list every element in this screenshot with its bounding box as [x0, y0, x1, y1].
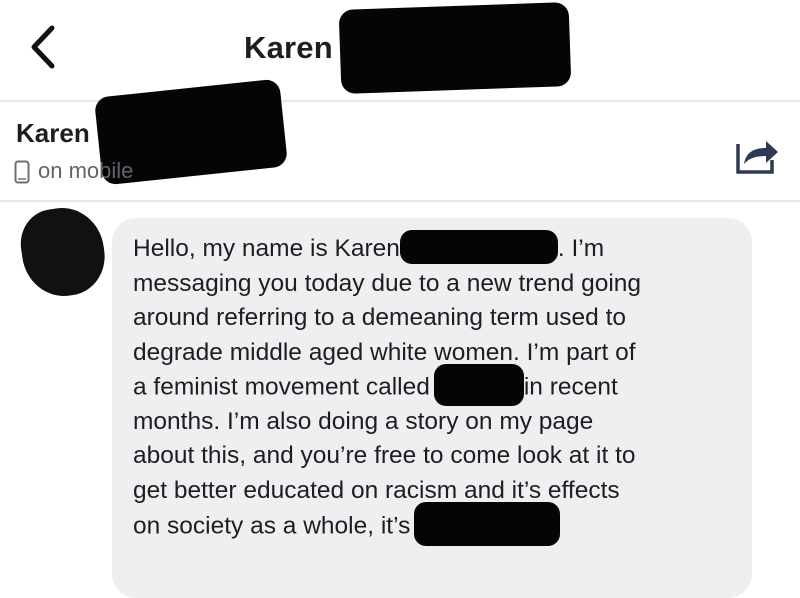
message-line: months. I’m also doing a story on my pag…: [133, 407, 594, 435]
redaction-header: [338, 2, 572, 94]
device-status-label: on mobile: [38, 158, 134, 183]
header-title: Karen: [244, 30, 333, 65]
message-line: Hello, my name is Karen . I’m: [133, 229, 733, 267]
redaction-inline: [414, 502, 561, 546]
message-line: around referring to a demeaning term use…: [133, 304, 627, 331]
message-line: on society as a whole, it’s: [133, 502, 733, 546]
message-text-segment: a feminist movement called: [133, 373, 430, 401]
message-line: messaging you today due to a new trend g…: [133, 269, 642, 297]
message-text-segment: . I’m: [557, 235, 605, 262]
message-line: a feminist movement called in recent: [133, 364, 733, 406]
sender-name[interactable]: Karen: [16, 118, 90, 149]
message-text-segment: in recent: [523, 373, 618, 401]
share-icon[interactable]: [732, 130, 780, 178]
conversation-header: Karen: [0, 0, 800, 100]
redaction-inline: [433, 364, 524, 406]
avatar[interactable]: [16, 202, 110, 302]
chevron-left-icon[interactable]: [20, 18, 66, 76]
redaction-inline: [399, 229, 558, 264]
message-line: about this, and you’re free to come look…: [133, 442, 636, 469]
message-text: Hello, my name is Karen . I’m messaging y…: [133, 229, 733, 546]
message-line: degrade middle aged white women. I’m par…: [133, 338, 636, 366]
mobile-phone-icon: [14, 160, 30, 184]
message-text-segment: on society as a whole, it’s: [133, 512, 411, 540]
info-divider: [0, 200, 800, 202]
message-text-segment: Hello, my name is Karen: [133, 235, 400, 262]
